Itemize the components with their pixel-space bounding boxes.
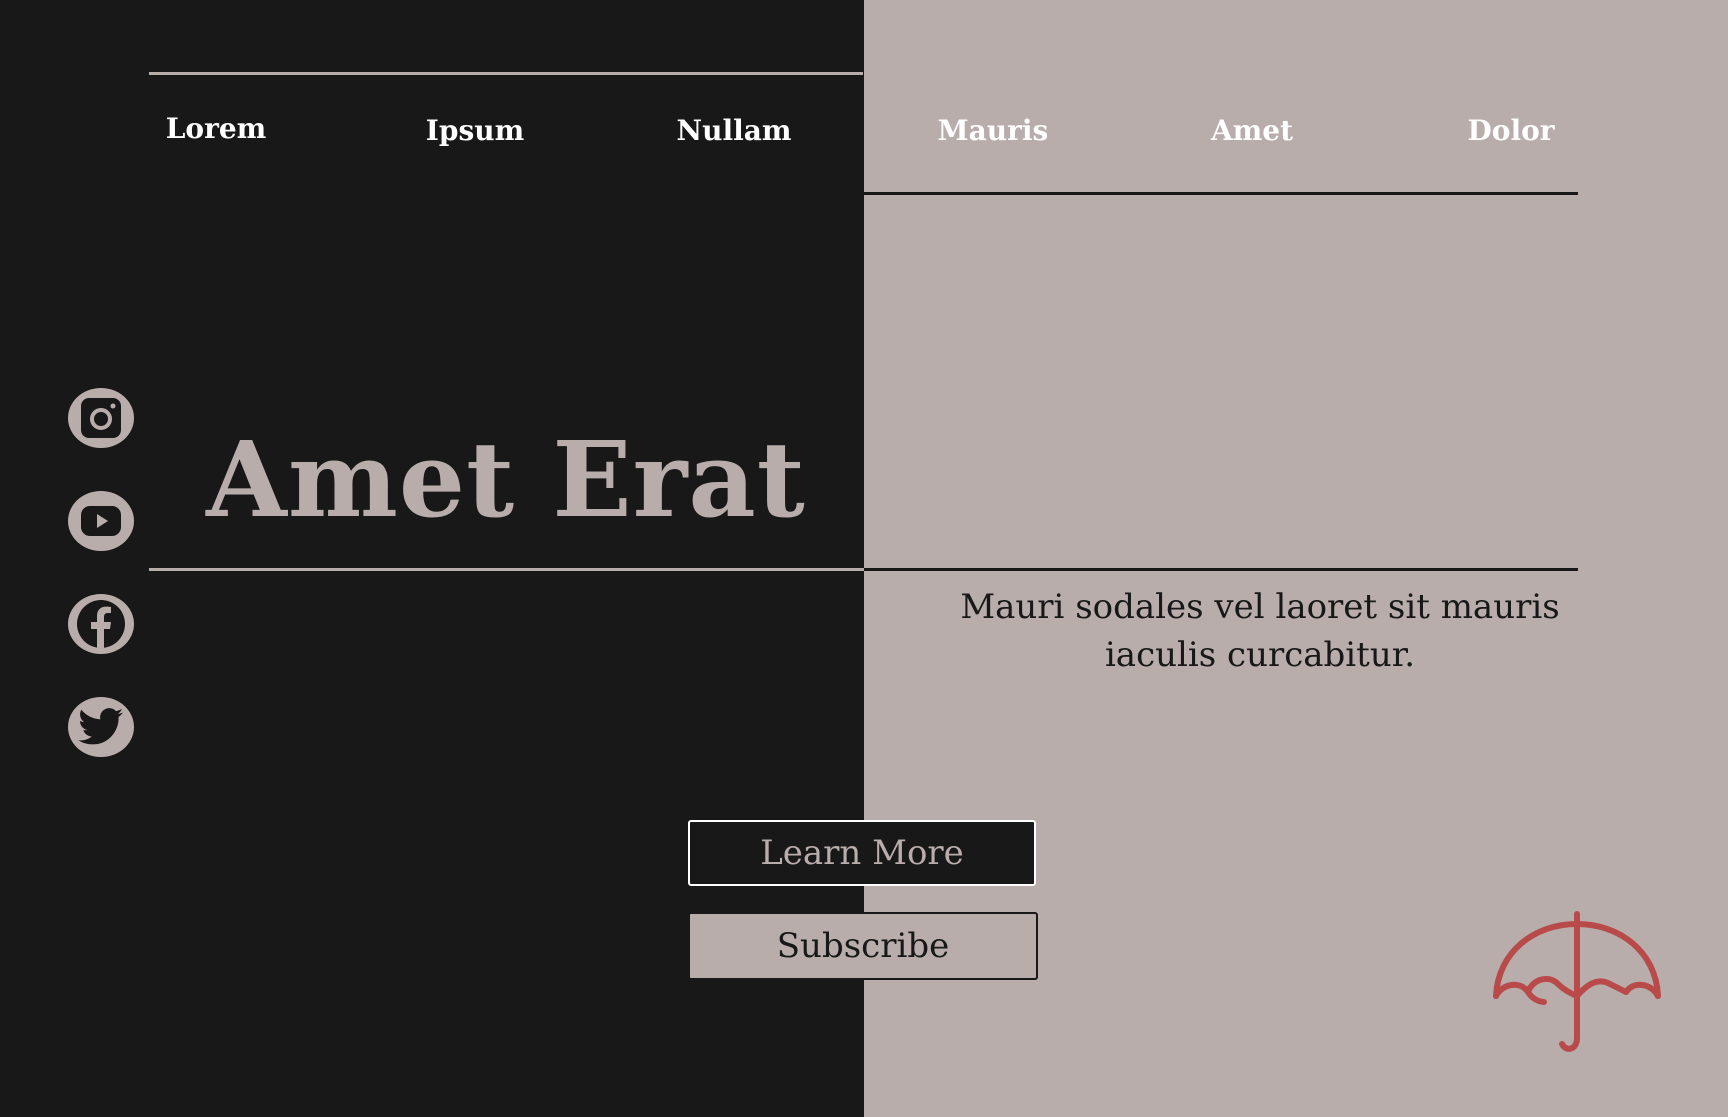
landing-page: Lorem Ipsum Nullam Mauris Amet Dolor Ame…: [0, 0, 1728, 1117]
nav-item-lorem[interactable]: Lorem: [116, 112, 316, 145]
youtube-icon: [81, 506, 121, 536]
nav-item-amet[interactable]: Amet: [1152, 114, 1352, 147]
tagline: Mauri sodales vel laoret sit mauris iacu…: [864, 583, 1656, 679]
hero-title: Amet Erat: [206, 418, 806, 541]
twitter-icon: [78, 708, 124, 745]
umbrella-icon: [1493, 911, 1661, 1052]
nav-item-mauris[interactable]: Mauris: [893, 114, 1093, 147]
nav-item-ipsum[interactable]: Ipsum: [375, 114, 575, 147]
nav-item-nullam[interactable]: Nullam: [634, 114, 834, 147]
hero-divider-right: [864, 568, 1578, 571]
tagline-line-1: Mauri sodales vel laoret sit mauris: [960, 587, 1560, 627]
youtube-link[interactable]: [68, 491, 134, 551]
learn-more-button[interactable]: Learn More: [688, 820, 1036, 886]
hero-divider-left: [149, 568, 864, 571]
top-divider: [149, 72, 863, 75]
tagline-line-2: iaculis curcabitur.: [1104, 635, 1416, 675]
subscribe-button[interactable]: Subscribe: [688, 912, 1038, 980]
instagram-icon: [81, 398, 121, 438]
facebook-link[interactable]: [68, 594, 134, 654]
facebook-icon: [77, 600, 125, 648]
instagram-link[interactable]: [68, 388, 134, 448]
nav-bottom-divider: [864, 192, 1578, 195]
nav-item-dolor[interactable]: Dolor: [1411, 114, 1611, 147]
twitter-link[interactable]: [68, 697, 134, 757]
